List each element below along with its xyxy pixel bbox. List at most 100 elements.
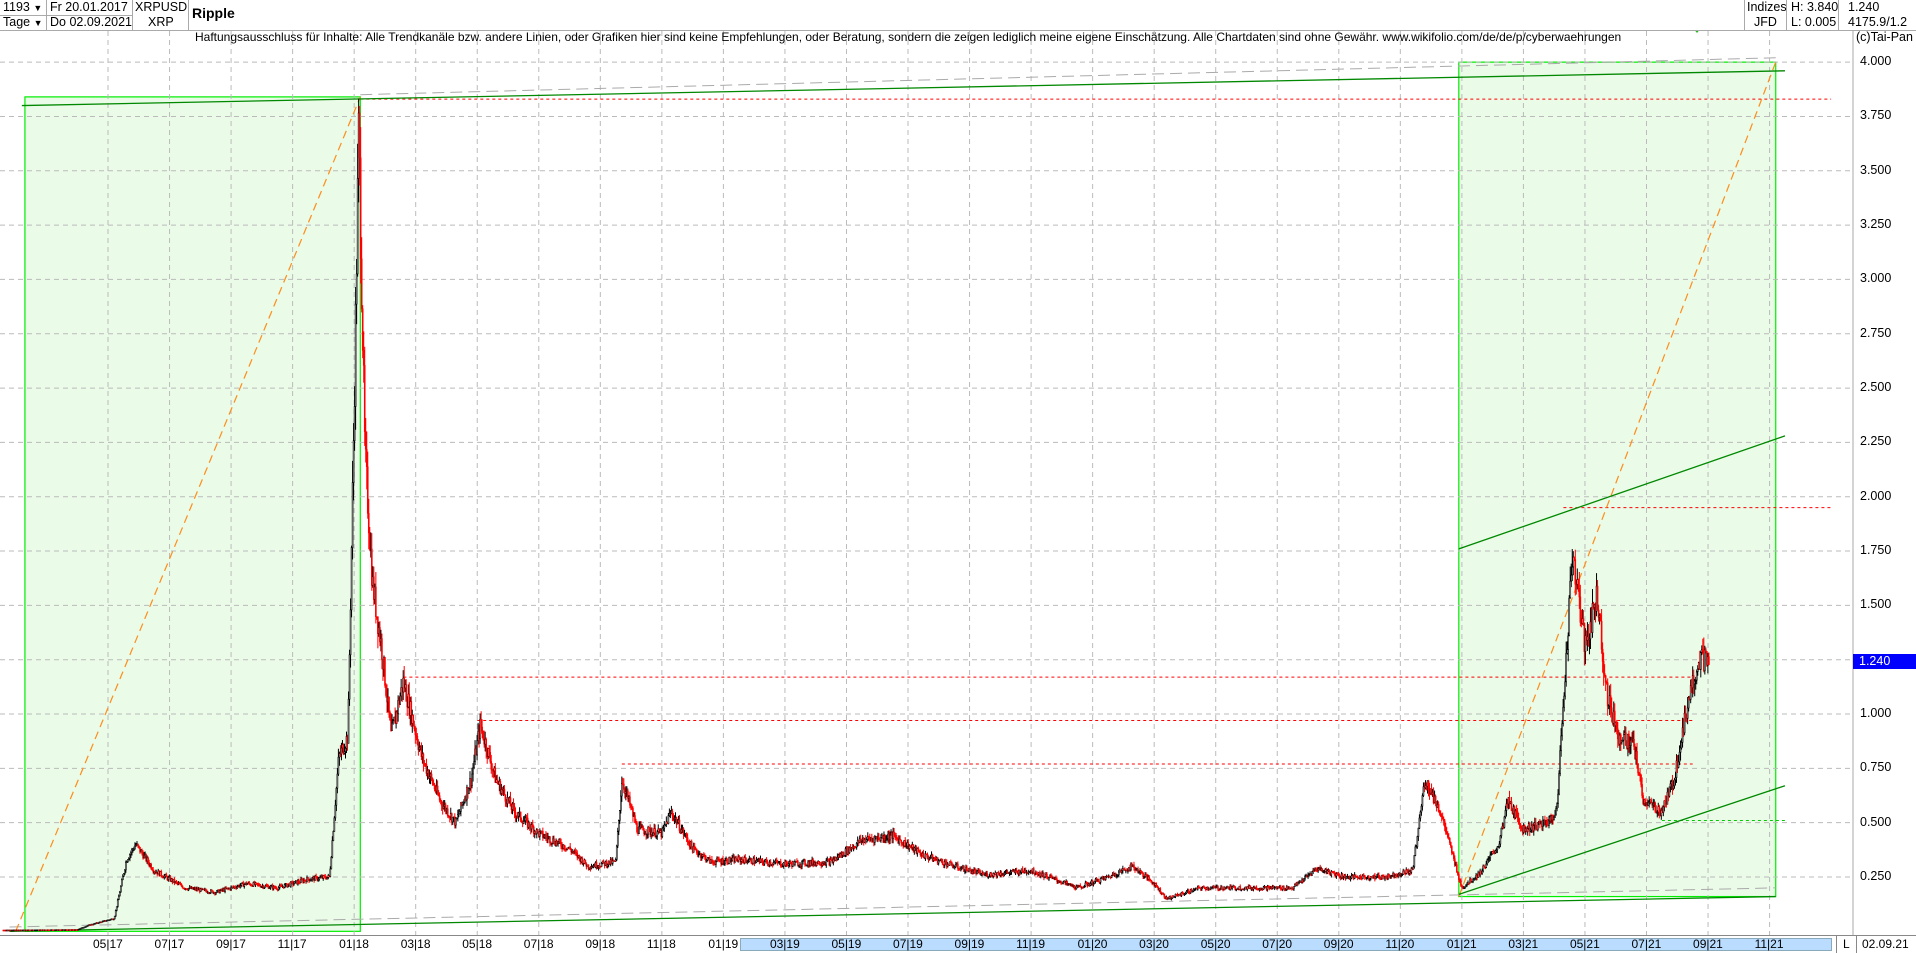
candle-body bbox=[1486, 859, 1489, 865]
candle-body bbox=[1532, 824, 1535, 832]
candle-body bbox=[360, 258, 363, 310]
candle-body bbox=[1599, 615, 1602, 622]
candle-body bbox=[1636, 751, 1638, 764]
candle-body bbox=[1046, 873, 1048, 878]
candle-body bbox=[652, 832, 654, 837]
axis-mode[interactable]: L bbox=[1843, 937, 1850, 952]
candle-body bbox=[512, 803, 515, 807]
candle-body bbox=[412, 714, 415, 727]
candle-body bbox=[557, 841, 559, 845]
candle-body bbox=[1453, 853, 1455, 859]
candle-body bbox=[353, 406, 356, 442]
candle-body bbox=[391, 722, 393, 731]
candle-body bbox=[636, 822, 638, 833]
bar-count-select[interactable]: 1193 ▼ bbox=[3, 0, 42, 16]
candle-body bbox=[150, 863, 152, 869]
candle-body bbox=[1444, 826, 1447, 833]
candle-body bbox=[1557, 793, 1559, 804]
x-tick-label: 11|17 bbox=[277, 937, 307, 951]
candle-body bbox=[1633, 738, 1635, 747]
candle-body bbox=[389, 712, 391, 721]
candle-body bbox=[941, 861, 944, 865]
candle-body bbox=[1625, 732, 1627, 746]
candle-body bbox=[1448, 838, 1451, 843]
candle-body bbox=[122, 875, 124, 881]
candle-body bbox=[1695, 671, 1698, 681]
candle-body bbox=[616, 830, 619, 847]
candle-body bbox=[368, 532, 371, 550]
candle-body bbox=[963, 865, 965, 872]
candle-body bbox=[895, 835, 897, 838]
candle-body bbox=[329, 868, 332, 877]
x-tick-label: 09|19 bbox=[954, 937, 985, 951]
period: Tage bbox=[3, 15, 31, 29]
candle-body bbox=[818, 860, 820, 865]
candle-body bbox=[997, 872, 1000, 875]
candle-body bbox=[1582, 618, 1585, 624]
candle-body bbox=[1450, 845, 1453, 854]
candle-body bbox=[351, 482, 354, 548]
candle-body bbox=[735, 857, 737, 861]
candle-body bbox=[504, 794, 507, 802]
x-tick-label: 11|20 bbox=[1385, 937, 1415, 951]
candle-body bbox=[446, 808, 449, 817]
y-tick-label: 3.000 bbox=[1860, 271, 1892, 286]
candle-body bbox=[1417, 827, 1420, 837]
period-select[interactable]: Tage ▼ bbox=[3, 15, 43, 31]
candle-body bbox=[642, 826, 644, 831]
candle-body bbox=[750, 858, 753, 864]
start-date[interactable]: Fr 20.01.2017 bbox=[50, 0, 128, 15]
candle-body bbox=[587, 864, 590, 869]
candle-body bbox=[1561, 723, 1563, 737]
end-date[interactable]: Do 02.09.2021 bbox=[50, 15, 132, 30]
candle-body bbox=[430, 773, 433, 779]
x-axis-scrollbar[interactable]: 05|17 07|17 09|17 11|17 01|18 03|18 05|18 07|18… bbox=[0, 935, 1916, 953]
candle-body bbox=[615, 845, 618, 860]
candle-body bbox=[1403, 870, 1406, 874]
candle-body bbox=[632, 808, 634, 817]
candle-body bbox=[1603, 673, 1606, 676]
x-tick-label: 07|17 bbox=[154, 937, 185, 951]
candle-body bbox=[1454, 858, 1456, 866]
candle-body bbox=[553, 838, 555, 844]
candle-body bbox=[513, 806, 516, 813]
candle-body bbox=[1565, 653, 1567, 683]
candle-body bbox=[1481, 870, 1483, 874]
candle-body bbox=[1574, 559, 1577, 585]
candle-body bbox=[990, 872, 993, 876]
candle-body bbox=[1704, 649, 1706, 672]
candle-body bbox=[1311, 871, 1313, 876]
candle-body bbox=[761, 859, 764, 863]
candle-body bbox=[1604, 675, 1607, 683]
candle-body bbox=[488, 748, 491, 753]
candle-body bbox=[1420, 805, 1423, 813]
x-tick-label: 01|20 bbox=[1077, 937, 1108, 951]
price-chart[interactable] bbox=[0, 0, 1916, 952]
y-tick-label: 3.750 bbox=[1860, 108, 1892, 123]
candle-body bbox=[1163, 893, 1166, 898]
candle-body bbox=[1504, 810, 1507, 818]
candle-body bbox=[348, 654, 351, 700]
candle-body bbox=[917, 848, 920, 852]
chevron-down-icon: ▼ bbox=[33, 18, 43, 28]
candle-body bbox=[1457, 872, 1459, 875]
candle-body bbox=[865, 839, 868, 843]
candle-body bbox=[1564, 681, 1566, 697]
current-price-label: 1.240 bbox=[1853, 653, 1916, 669]
disclaimer: Haftungsausschluss für Inhalte: Alle Tre… bbox=[195, 30, 1622, 44]
candle-body bbox=[889, 834, 891, 841]
candle-body bbox=[825, 860, 828, 866]
candle-body bbox=[436, 785, 439, 794]
candle-body bbox=[1637, 763, 1639, 774]
candle-body bbox=[355, 273, 358, 305]
y-tick-label: 0.500 bbox=[1860, 814, 1892, 829]
candle-body bbox=[384, 657, 386, 686]
candle-body bbox=[542, 831, 544, 838]
candle-body bbox=[1187, 890, 1190, 894]
candle-body bbox=[1679, 747, 1682, 753]
candle-body bbox=[1503, 816, 1506, 828]
candle-body bbox=[986, 873, 989, 878]
x-tick-label: 05|18 bbox=[462, 937, 493, 951]
x-tick-label: 05|21 bbox=[1569, 937, 1600, 951]
candle-body bbox=[440, 800, 443, 806]
